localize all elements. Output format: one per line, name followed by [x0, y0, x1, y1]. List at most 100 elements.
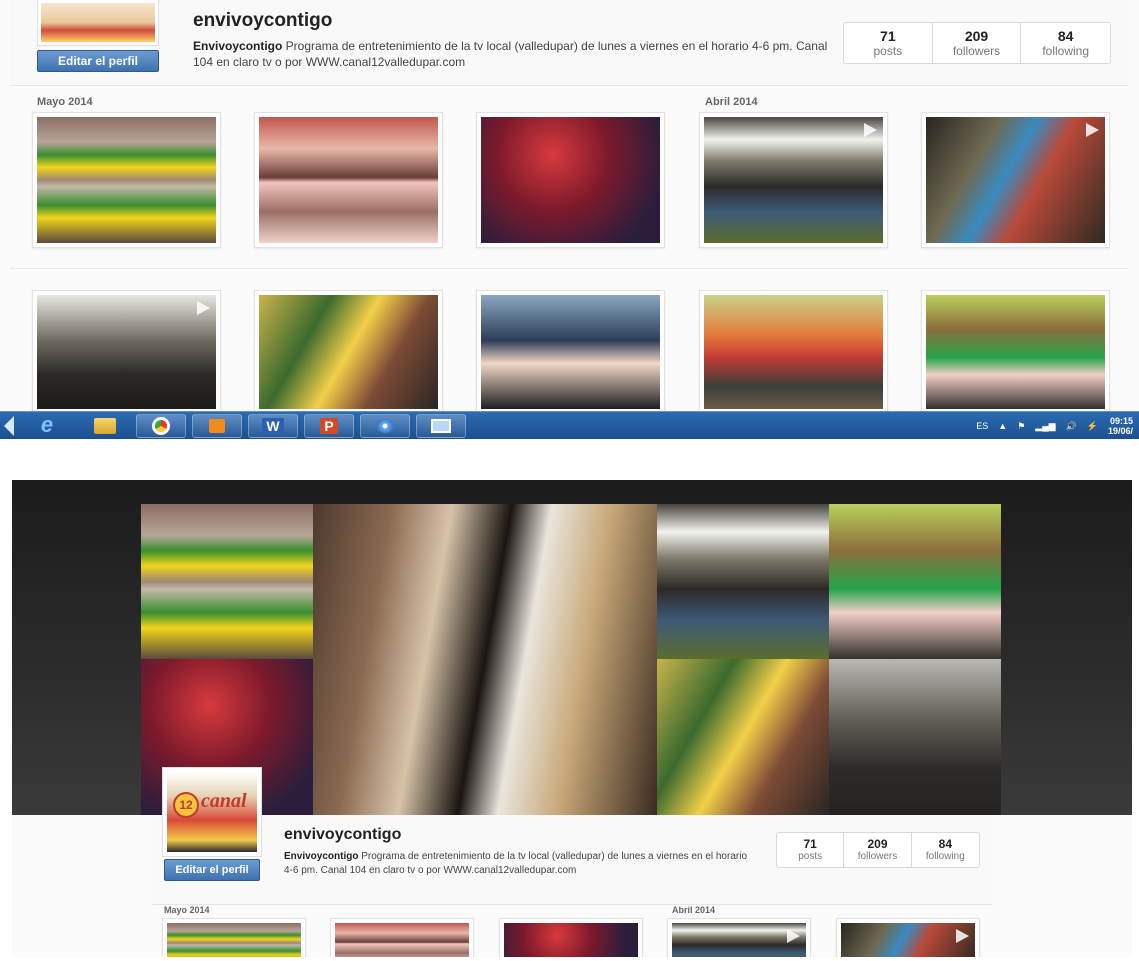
stat-following[interactable]: 84 following — [912, 833, 979, 867]
stat-number: 84 — [938, 837, 953, 851]
system-tray: ES ▲ ⚑ ▂▄▆ 🔊 ⚡ 09:15 19/06/ — [976, 412, 1133, 440]
photo-thumbnail[interactable] — [162, 918, 306, 957]
profile-username: envivoycontigo — [193, 10, 333, 31]
clock-time: 09:15 — [1109, 416, 1133, 426]
language-indicator[interactable]: ES — [976, 421, 988, 431]
photo-thumbnail[interactable] — [32, 112, 221, 248]
collage-photo — [829, 504, 1001, 659]
photo-thumbnail[interactable] — [254, 290, 443, 414]
photo-image — [335, 923, 469, 957]
explorer-icon[interactable] — [80, 414, 130, 438]
photo-image — [37, 295, 216, 409]
row-divider — [10, 268, 1128, 269]
play-icon — [197, 301, 210, 315]
video-thumbnail[interactable] — [699, 112, 888, 248]
ppt-icon-label: P — [320, 418, 338, 434]
word-icon-label: W — [262, 418, 284, 434]
month-label-may: Mayo 2014 — [164, 905, 210, 915]
stat-number: 71 — [880, 28, 896, 44]
avatar-image — [41, 3, 155, 42]
edit-profile-button[interactable]: Editar el perfil — [164, 859, 260, 881]
photo-image — [704, 117, 883, 243]
power-icon[interactable]: ⚡ — [1087, 421, 1098, 432]
collage-photo — [657, 504, 829, 659]
profile-avatar[interactable]: 12 canal — [162, 767, 262, 857]
profile-bio: Envivoycontigo Programa de entretenimien… — [284, 850, 754, 878]
edit-profile-button[interactable]: Editar el perfil — [37, 50, 159, 72]
word-icon[interactable]: W — [248, 414, 298, 438]
stat-followers[interactable]: 209 followers — [844, 833, 912, 867]
profile-username: envivoycontigo — [284, 826, 402, 843]
stat-number: 209 — [964, 28, 989, 44]
avatar-badge: 12 — [173, 792, 199, 818]
profile-stats: 71 posts 209 followers 84 following — [776, 832, 980, 868]
ie-icon[interactable]: e — [22, 414, 72, 438]
photo-thumbnail[interactable] — [921, 290, 1110, 414]
photo-thumbnail[interactable] — [476, 112, 665, 248]
photo-image — [481, 295, 660, 409]
month-label-april: Abril 2014 — [672, 905, 716, 915]
month-label-may: Mayo 2014 — [37, 96, 93, 108]
photo-thumbnail[interactable] — [699, 290, 888, 414]
cover-photo-collage — [141, 504, 1001, 815]
photo-image — [841, 923, 975, 957]
stat-label: posts — [798, 851, 823, 862]
bio-text: Programa de entretenimiento de la tv loc… — [193, 39, 828, 69]
stat-label: followers — [857, 851, 898, 862]
photo-thumbnail[interactable] — [499, 918, 643, 957]
profile-avatar[interactable] — [37, 0, 159, 46]
photo-image — [167, 923, 301, 957]
powerpoint-icon[interactable]: P — [304, 414, 354, 438]
volume-icon[interactable]: 🔊 — [1066, 421, 1077, 432]
screenshot-bottom: 12 canal Editar el perfil envivoycontigo… — [12, 480, 1132, 957]
stat-label: followers — [952, 44, 1001, 58]
stat-posts[interactable]: 71 posts — [777, 833, 845, 867]
photo-thumbnail[interactable] — [254, 112, 443, 248]
avatar-image: 12 canal — [167, 772, 257, 852]
video-thumbnail[interactable] — [667, 918, 811, 957]
stat-number: 84 — [1057, 28, 1074, 44]
profile-bio: Envivoycontigo Programa de entretenimien… — [193, 38, 833, 70]
stat-following[interactable]: 84 following — [1021, 23, 1110, 63]
clock[interactable]: 09:15 19/06/ — [1108, 416, 1133, 436]
play-icon — [787, 929, 800, 943]
play-icon — [1086, 123, 1099, 137]
photo-image — [259, 295, 438, 409]
month-label-april: Abril 2014 — [705, 96, 758, 108]
paint-icon[interactable] — [360, 414, 410, 438]
windows-taskbar: e W P ES ▲ ⚑ ▂▄▆ 🔊 ⚡ 09:15 19/06/ — [0, 411, 1139, 439]
photo-image — [926, 117, 1105, 243]
play-icon — [956, 929, 969, 943]
stat-posts[interactable]: 71 posts — [844, 23, 933, 63]
photo-thumbnail[interactable] — [330, 918, 474, 957]
collage-photo — [141, 504, 313, 659]
stat-number: 209 — [867, 837, 888, 851]
stat-number: 71 — [803, 837, 817, 851]
clock-date: 19/06/ — [1107, 426, 1133, 436]
photo-image — [926, 295, 1105, 409]
chrome-icon[interactable] — [136, 414, 186, 438]
flag-icon[interactable]: ⚑ — [1017, 421, 1025, 432]
screenshot-top: Editar el perfil envivoycontigo Envivoyc… — [0, 0, 1139, 440]
network-icon[interactable]: ▂▄▆ — [1035, 421, 1055, 432]
video-thumbnail[interactable] — [836, 918, 980, 957]
photo-thumbnail[interactable] — [476, 290, 665, 414]
tray-arrow-icon[interactable]: ▲ — [998, 421, 1007, 431]
photo-image — [704, 295, 883, 409]
media-icon[interactable] — [192, 414, 242, 438]
bio-name: Envivoycontigo — [284, 851, 359, 862]
window-icon[interactable] — [416, 414, 466, 438]
photo-image — [672, 923, 806, 957]
profile-stats: 71 posts 209 followers 84 following — [843, 22, 1111, 64]
video-thumbnail[interactable] — [921, 112, 1110, 248]
start-arrow-icon[interactable] — [4, 416, 14, 436]
bio-name: Envivoycontigo — [193, 39, 283, 53]
stat-followers[interactable]: 209 followers — [933, 23, 1022, 63]
photo-image — [481, 117, 660, 243]
collage-main-photo — [313, 504, 657, 815]
video-thumbnail[interactable] — [32, 290, 221, 414]
collage-photo — [657, 659, 829, 815]
stat-label: following — [925, 851, 965, 862]
avatar-brand: canal — [201, 790, 247, 812]
collage-photo — [829, 659, 1001, 815]
